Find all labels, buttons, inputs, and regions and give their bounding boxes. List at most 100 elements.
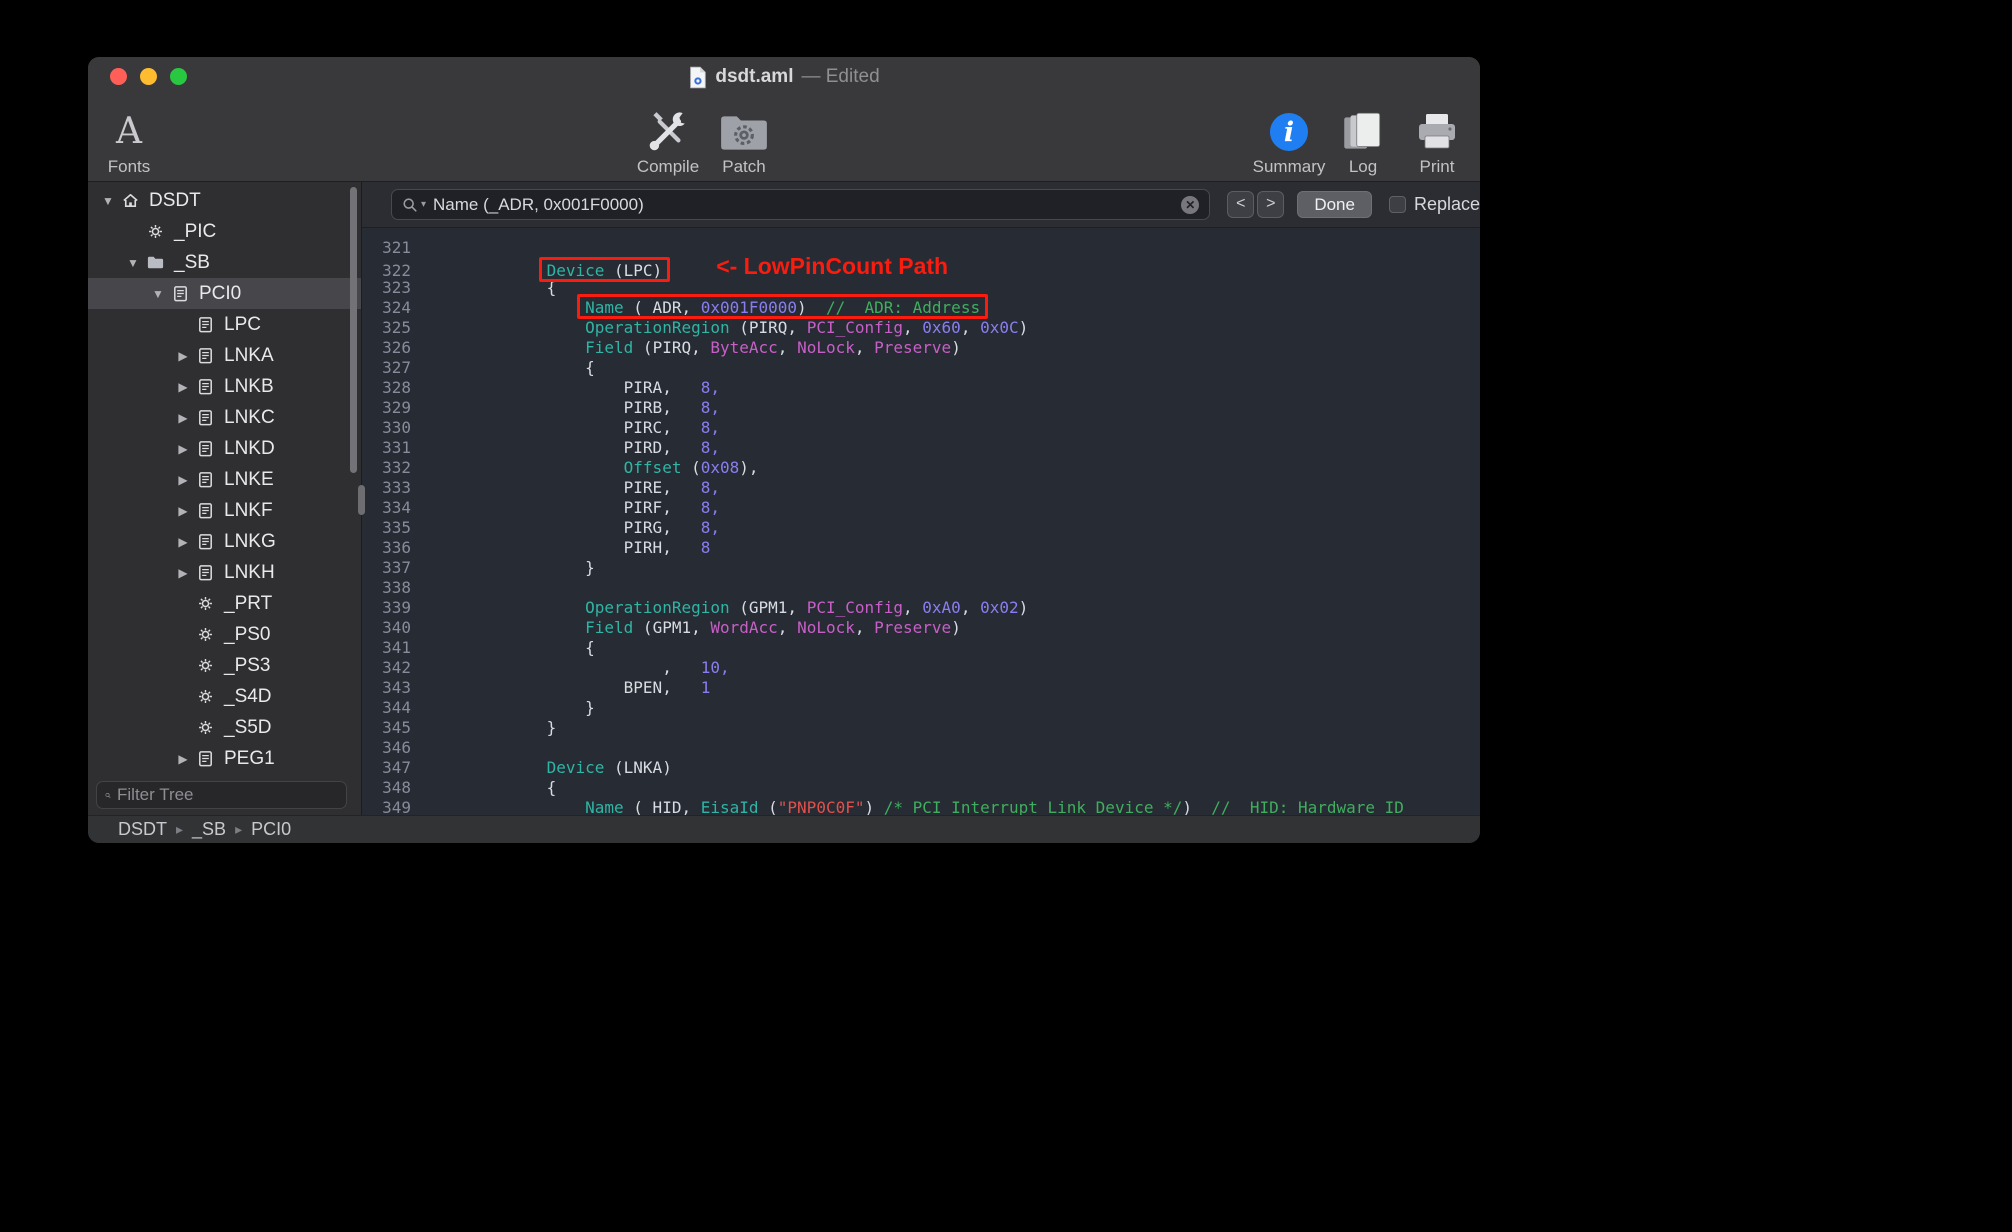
- sidebar-item-lnkf[interactable]: ▶ LNKF: [88, 495, 361, 526]
- code-token: OperationRegion: [585, 598, 730, 617]
- code-line: 348 {: [362, 778, 1480, 798]
- disclosure-triangle-icon[interactable]: ▶: [173, 566, 193, 580]
- summary-button[interactable]: i Summary: [1253, 101, 1325, 177]
- disclosure-triangle-icon[interactable]: ▶: [173, 752, 193, 766]
- device-icon: [168, 284, 193, 303]
- code-token: 0x08: [700, 458, 740, 477]
- code-token: ,: [777, 338, 798, 357]
- disclosure-triangle-icon[interactable]: ▼: [148, 287, 168, 301]
- sidebar-item-_ps3[interactable]: _PS3: [88, 650, 361, 681]
- replace-checkbox[interactable]: [1388, 196, 1406, 213]
- sidebar-item-_ps0[interactable]: _PS0: [88, 619, 361, 650]
- sidebar-item-pci0[interactable]: ▼ PCI0: [88, 278, 361, 309]
- compile-label: Compile: [636, 157, 700, 176]
- compile-button[interactable]: Compile: [633, 101, 703, 177]
- fonts-button[interactable]: A Fonts: [94, 101, 164, 177]
- code-token: (_HID,: [623, 798, 701, 815]
- sidebar-item-_s4d[interactable]: _S4D: [88, 681, 361, 712]
- find-field[interactable]: ▾ ✕: [391, 189, 1211, 220]
- line-number: 346: [382, 738, 411, 757]
- code-line: 339 OperationRegion (GPM1, PCI_Config, 0…: [362, 598, 1480, 618]
- code-token: (PIRQ,: [729, 318, 807, 337]
- disclosure-triangle-icon[interactable]: ▶: [173, 442, 193, 456]
- line-number: 347: [382, 758, 411, 777]
- sidebar-item-lnkg[interactable]: ▶ LNKG: [88, 526, 361, 557]
- sidebar-item-_s5d[interactable]: _S5D: [88, 712, 361, 743]
- sidebar-item-label: DSDT: [149, 189, 201, 211]
- document-icon: [690, 66, 707, 88]
- log-pages-icon: [1344, 112, 1381, 149]
- code-token: PIRD,: [431, 438, 701, 457]
- code-token: ,: [960, 598, 981, 617]
- fonts-label: Fonts: [107, 157, 151, 176]
- code-token: {: [431, 638, 595, 657]
- log-label: Log: [1348, 157, 1378, 176]
- method-icon: [193, 687, 218, 706]
- code-token: }: [431, 558, 595, 577]
- log-button[interactable]: Log: [1328, 101, 1398, 177]
- disclosure-triangle-icon[interactable]: ▶: [173, 504, 193, 518]
- disclosure-triangle-icon[interactable]: ▼: [123, 256, 143, 270]
- search-options-caret-icon[interactable]: ▾: [421, 199, 426, 210]
- filter-tree-field[interactable]: [96, 781, 347, 809]
- code-editor[interactable]: 321 322 Device (LPC) <- LowPinCount Path 32…: [362, 228, 1480, 815]
- sidebar-item-lnka[interactable]: ▶ LNKA: [88, 340, 361, 371]
- split-handle[interactable]: [358, 485, 365, 515]
- code-token: 8,: [700, 478, 720, 497]
- code-token: ): [1182, 798, 1212, 815]
- svg-text:i: i: [1284, 117, 1294, 148]
- line-number: 344: [382, 698, 411, 717]
- disclosure-triangle-icon[interactable]: ▶: [173, 473, 193, 487]
- patch-button[interactable]: Patch: [709, 101, 779, 177]
- code-line: 329 PIRB, 8,: [362, 398, 1480, 418]
- find-previous-button[interactable]: <: [1227, 191, 1255, 218]
- info-icon: i: [1270, 113, 1308, 151]
- house-icon: [118, 191, 143, 210]
- clear-search-icon[interactable]: ✕: [1181, 195, 1200, 214]
- sidebar-scrollbar[interactable]: [350, 187, 357, 473]
- content-area: ▼ DSDT _PIC ▼ _SB ▼ PCI0 LPC ▶ LNKA ▶ LNKB ▶ LNKC ▶ LNK…: [88, 182, 1480, 815]
- sidebar-item-lnke[interactable]: ▶ LNKE: [88, 464, 361, 495]
- breadcrumb-item-sb[interactable]: _SB: [192, 819, 226, 840]
- code-token: (LNKA): [604, 758, 672, 777]
- sidebar-item-_prt[interactable]: _PRT: [88, 588, 361, 619]
- print-button[interactable]: Print: [1402, 101, 1472, 177]
- print-label: Print: [1419, 157, 1455, 176]
- disclosure-triangle-icon[interactable]: ▶: [173, 535, 193, 549]
- filter-tree-input[interactable]: [117, 785, 338, 805]
- sidebar-item-label: LNKF: [224, 499, 273, 521]
- code-token: ,: [903, 318, 923, 337]
- sidebar-item-lnkd[interactable]: ▶ LNKD: [88, 433, 361, 464]
- disclosure-triangle-icon[interactable]: ▼: [98, 194, 118, 208]
- sidebar-item-dsdt[interactable]: ▼ DSDT: [88, 185, 361, 216]
- sidebar-item-_sb[interactable]: ▼ _SB: [88, 247, 361, 278]
- sidebar-item-lnkc[interactable]: ▶ LNKC: [88, 402, 361, 433]
- code-token: 0x02: [980, 598, 1019, 617]
- code-line: 342 , 10,: [362, 658, 1480, 678]
- breadcrumb-item-pci0[interactable]: PCI0: [251, 819, 291, 840]
- breadcrumb-item-dsdt[interactable]: DSDT: [118, 819, 167, 840]
- sidebar-item-lnkh[interactable]: ▶ LNKH: [88, 557, 361, 588]
- device-icon: [193, 439, 218, 458]
- code-token: (GPM1,: [633, 618, 711, 637]
- method-icon: [193, 625, 218, 644]
- disclosure-triangle-icon[interactable]: ▶: [173, 380, 193, 394]
- sidebar-item-_pic[interactable]: _PIC: [88, 216, 361, 247]
- code-token: ByteAcc: [710, 338, 778, 357]
- code-token: PIRF,: [431, 498, 701, 517]
- find-next-button[interactable]: >: [1257, 191, 1285, 218]
- disclosure-triangle-icon[interactable]: ▶: [173, 411, 193, 425]
- sidebar-item-lnkb[interactable]: ▶ LNKB: [88, 371, 361, 402]
- find-input[interactable]: [433, 194, 1175, 215]
- code-token: PIRB,: [431, 398, 701, 417]
- annotation-highlight-box: Device (LPC): [547, 261, 663, 280]
- code-token: PCI_Config: [806, 318, 904, 337]
- sidebar-item-lpc[interactable]: LPC: [88, 309, 361, 340]
- done-button[interactable]: Done: [1297, 191, 1372, 218]
- device-icon: [193, 501, 218, 520]
- code-token: ): [797, 298, 807, 317]
- disclosure-triangle-icon[interactable]: ▶: [173, 349, 193, 363]
- sidebar-item-peg1[interactable]: ▶ PEG1: [88, 743, 361, 774]
